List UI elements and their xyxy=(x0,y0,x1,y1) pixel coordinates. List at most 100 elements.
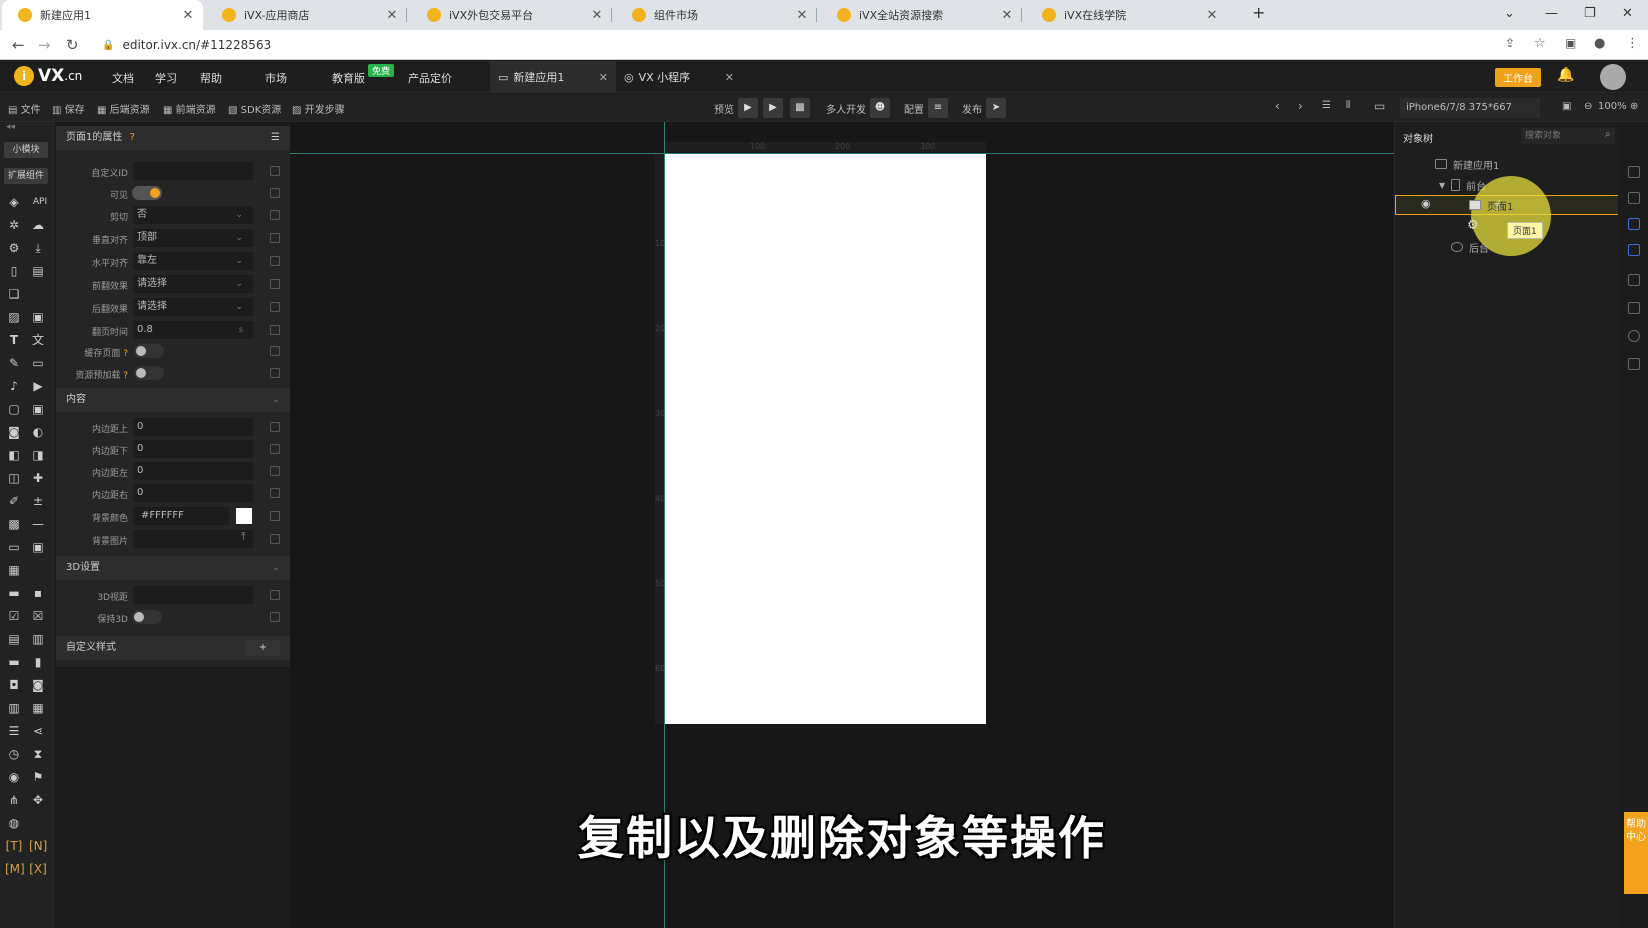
api-icon[interactable]: API xyxy=(29,194,51,210)
toolbar-file[interactable]: ▤ 文件 xyxy=(8,101,41,116)
color-swatch[interactable] xyxy=(236,508,252,524)
menu-pricing[interactable]: 产品定价 xyxy=(408,70,452,86)
menu-education[interactable]: 教育版 xyxy=(332,70,365,86)
toolbar-sdk[interactable]: ▧ SDK资源 xyxy=(228,101,281,116)
list-icon[interactable] xyxy=(1628,302,1640,314)
restore-icon[interactable]: ❐ xyxy=(1584,6,1596,21)
tab-search-chevron-icon[interactable]: ⌄ xyxy=(1504,6,1515,21)
reload-icon[interactable]: ↻ xyxy=(66,36,79,54)
monitor-icon[interactable]: ▭ xyxy=(1374,99,1385,113)
copy-icon[interactable] xyxy=(270,166,280,176)
back-icon[interactable]: ← xyxy=(12,36,25,54)
cloud-icon[interactable]: ☁ xyxy=(29,217,47,233)
brush-icon[interactable]: ✐ xyxy=(5,493,23,509)
chat-icon[interactable]: ▬ xyxy=(5,585,23,601)
gear-icon[interactable]: ⚙ xyxy=(5,240,23,256)
side-panel-icon[interactable]: ▣ xyxy=(1565,36,1576,50)
tree-node-page1[interactable]: 页面1 xyxy=(1469,195,1513,215)
browser-tab[interactable]: iVX在线学院 ✕ xyxy=(1026,0,1227,30)
close-icon[interactable]: ✕ xyxy=(725,71,734,84)
t-bracket-icon[interactable]: [T] xyxy=(5,838,23,854)
copy-icon[interactable]: ❏ xyxy=(5,286,23,302)
vertical-align-select[interactable]: 顶部 ⌄ xyxy=(133,229,253,247)
close-icon[interactable]: ✕ xyxy=(795,8,809,23)
list-icon[interactable]: ☰ xyxy=(5,723,23,739)
flip-forward-select[interactable]: 请选择 ⌄ xyxy=(133,275,253,293)
puzzle-icon[interactable]: ✚ xyxy=(29,470,47,486)
padding-left-input[interactable]: 0 xyxy=(133,462,253,480)
bg-color-input[interactable]: #FFFFFF xyxy=(133,507,229,525)
copy-icon[interactable] xyxy=(270,302,280,312)
ivx-logo[interactable]: i VX .cn xyxy=(14,66,82,86)
book-icon[interactable] xyxy=(1628,166,1640,178)
music-icon[interactable]: ♪ xyxy=(5,378,23,394)
search-icon[interactable]: ⌕ xyxy=(1605,129,1611,140)
translate-icon[interactable]: 文 xyxy=(29,332,47,348)
tree-node-app[interactable]: 新建应用1 xyxy=(1435,154,1499,174)
clip-select[interactable]: 否 ⌄ xyxy=(133,206,253,224)
bg-image-input[interactable] xyxy=(133,530,253,548)
cube-icon[interactable]: ◈ xyxy=(5,194,23,210)
menu-icon[interactable]: ☰ xyxy=(271,126,280,150)
doc-tab[interactable]: ◎ VX 小程序 ✕ xyxy=(616,61,742,93)
table-icon[interactable]: ▦ xyxy=(29,700,47,716)
video-icon[interactable]: ▶ xyxy=(29,378,47,394)
camera-icon[interactable]: ◙ xyxy=(5,424,23,440)
function-icon[interactable] xyxy=(1628,244,1640,256)
url-field[interactable]: 🔒 editor.ivx.cn/#11228563 xyxy=(96,33,1486,57)
close-icon[interactable]: ✕ xyxy=(1000,8,1014,23)
clock-icon[interactable]: ◷ xyxy=(5,746,23,762)
copy-icon[interactable] xyxy=(270,233,280,243)
form-icon[interactable]: ▤ xyxy=(29,263,47,279)
info-icon[interactable]: ▪ xyxy=(29,585,47,601)
cube-icon[interactable] xyxy=(1628,218,1640,230)
send-icon[interactable]: ➤ xyxy=(986,98,1006,118)
forward-icon[interactable]: → xyxy=(38,36,51,54)
help-icon[interactable]: ? xyxy=(123,349,128,359)
checklist-icon[interactable]: ☑ xyxy=(5,608,23,624)
zoom-out-icon[interactable]: ⊖ xyxy=(1584,101,1592,112)
copy-icon[interactable] xyxy=(270,444,280,454)
move-icon[interactable]: ✥ xyxy=(29,792,47,808)
browser-tab[interactable]: 新建应用1 ✕ xyxy=(2,0,203,30)
layers-icon[interactable] xyxy=(1628,192,1640,204)
window-close-icon[interactable]: ✕ xyxy=(1622,6,1633,21)
expand-icon[interactable]: ▼ xyxy=(1439,181,1445,190)
copy-icon[interactable] xyxy=(270,612,280,622)
cache-toggle[interactable] xyxy=(134,344,164,358)
sliders-icon[interactable]: ≡ xyxy=(928,98,948,118)
avatar[interactable] xyxy=(1600,64,1626,90)
play-icon[interactable]: ▶ xyxy=(738,98,758,118)
share-icon[interactable]: ⇪ xyxy=(1505,36,1515,50)
layout-icon[interactable]: ◫ xyxy=(5,470,23,486)
small-module-chip[interactable]: 小模块 xyxy=(4,142,48,158)
hourglass-icon[interactable]: ⧗ xyxy=(29,746,47,762)
play-debug-icon[interactable]: ▶ xyxy=(763,98,783,118)
copy-icon[interactable] xyxy=(270,368,280,378)
menu-learn[interactable]: 学习 xyxy=(155,70,177,86)
card-icon[interactable]: ▤ xyxy=(5,631,23,647)
menu-help[interactable]: 帮助 xyxy=(200,70,222,86)
message-icon[interactable]: ◘ xyxy=(5,677,23,693)
collapse-icon[interactable]: ◂◂ xyxy=(6,122,15,132)
fullscreen-icon[interactable]: ▣ xyxy=(1562,101,1571,112)
padding-right-input[interactable]: 0 xyxy=(133,484,253,502)
custom-id-input[interactable] xyxy=(133,162,253,180)
image-icon[interactable]: ▣ xyxy=(29,309,47,325)
scroll-icon[interactable]: ▮ xyxy=(29,654,47,670)
pen-icon[interactable]: ✎ xyxy=(5,355,23,371)
visible-toggle[interactable] xyxy=(132,186,162,200)
browser-tab[interactable]: iVX全站资源搜索 ✕ xyxy=(821,0,1022,30)
perspective-input[interactable] xyxy=(133,586,253,604)
flip-duration-input[interactable]: 0.8 s xyxy=(133,321,253,339)
x-bracket-icon[interactable]: [X] xyxy=(29,861,47,877)
device-select[interactable]: iPhone6/7/8 375*667 xyxy=(1400,98,1540,118)
copy-icon[interactable] xyxy=(270,346,280,356)
close-icon[interactable]: ✕ xyxy=(385,8,399,23)
network-icon[interactable]: ✲ xyxy=(5,217,23,233)
qrcode-icon[interactable]: ▩ xyxy=(790,98,810,118)
preload-toggle[interactable] xyxy=(134,366,164,380)
close-box-icon[interactable]: ☒ xyxy=(29,608,47,624)
copy-icon[interactable] xyxy=(270,279,280,289)
close-icon[interactable]: ✕ xyxy=(1205,8,1219,23)
